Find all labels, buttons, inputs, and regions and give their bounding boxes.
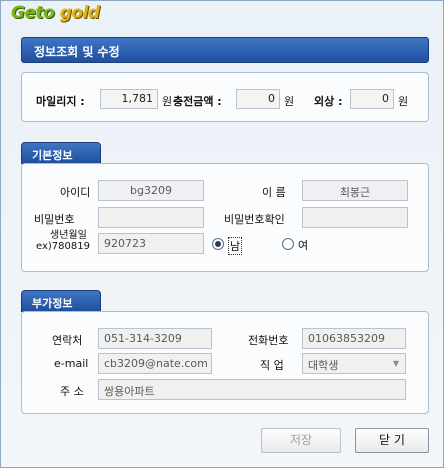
extra-info-tab: 부가정보 <box>21 290 101 312</box>
charge-value-field: 0 <box>236 89 280 109</box>
basic-info-tab: 기본정보 <box>21 142 101 164</box>
birth-field[interactable]: 920723 <box>98 233 204 254</box>
password-label: 비밀번호 <box>34 213 75 226</box>
id-label: 아이디 <box>60 186 91 199</box>
chevron-down-icon[interactable]: ▼ <box>390 357 402 370</box>
logo-bar: Geto gold <box>1 1 443 27</box>
extra-info-panel: 연락처 051-314-3209 전화번호 01063853209 e-mail… <box>21 311 429 414</box>
gender-female-label[interactable]: 여 <box>298 237 308 253</box>
mileage-label: 마일리지 : <box>36 95 85 108</box>
name-label: 이 름 <box>262 186 286 199</box>
gender-male-radio[interactable] <box>212 238 224 250</box>
mileage-panel: 마일리지 : 1,781 원 충전금액 : 0 원 외상 : 0 원 <box>21 72 429 122</box>
credit-value-field: 0 <box>350 89 394 109</box>
charge-unit: 원 <box>284 95 295 108</box>
gender-female-radio[interactable] <box>282 238 294 250</box>
basic-info-panel: 아이디 bg3209 이 름 최봉근 비밀번호 비밀번호확인 생년월일 ex)7… <box>21 163 429 272</box>
close-button[interactable]: 닫 기 <box>355 428 429 453</box>
geto-gold-logo: Geto gold <box>11 3 100 23</box>
mileage-value-field: 1,781 <box>100 89 158 109</box>
gender-male-label[interactable]: 남 <box>228 237 243 255</box>
page-title: 정보조회 및 수정 <box>21 37 429 63</box>
contact-label: 연락처 <box>52 334 83 347</box>
email-label: e-mail <box>54 357 89 370</box>
job-select[interactable]: 대학생 ▼ <box>302 353 406 374</box>
contact-field[interactable]: 051-314-3209 <box>98 328 212 349</box>
name-field[interactable]: 최봉근 <box>302 180 408 201</box>
id-field[interactable]: bg3209 <box>98 180 204 201</box>
birth-label: 생년월일 ex)780819 <box>36 230 90 252</box>
password-confirm-field[interactable] <box>302 207 408 228</box>
mileage-unit: 원 <box>162 95 173 108</box>
birth-label-line1: 생년월일 <box>50 230 87 241</box>
job-select-value: 대학생 <box>308 359 339 372</box>
password-field[interactable] <box>98 207 204 228</box>
phone-field[interactable]: 01063853209 <box>302 328 406 349</box>
charge-label: 충전금액 : <box>173 95 222 108</box>
credit-unit: 원 <box>398 95 409 108</box>
birth-label-line2: ex)780819 <box>36 241 90 252</box>
address-field[interactable]: 쌍용아파트 <box>98 379 406 400</box>
credit-label: 외상 : <box>314 95 343 108</box>
phone-label: 전화번호 <box>248 334 289 347</box>
member-info-window: Geto gold 정보조회 및 수정 마일리지 : 1,781 원 충전금액 … <box>0 0 444 468</box>
save-button[interactable]: 저장 <box>261 428 341 453</box>
password-confirm-label: 비밀번호확인 <box>224 213 285 226</box>
job-label: 직 업 <box>260 359 284 372</box>
email-field[interactable]: cb3209@nate.com <box>98 353 212 374</box>
address-label: 주 소 <box>60 385 84 398</box>
